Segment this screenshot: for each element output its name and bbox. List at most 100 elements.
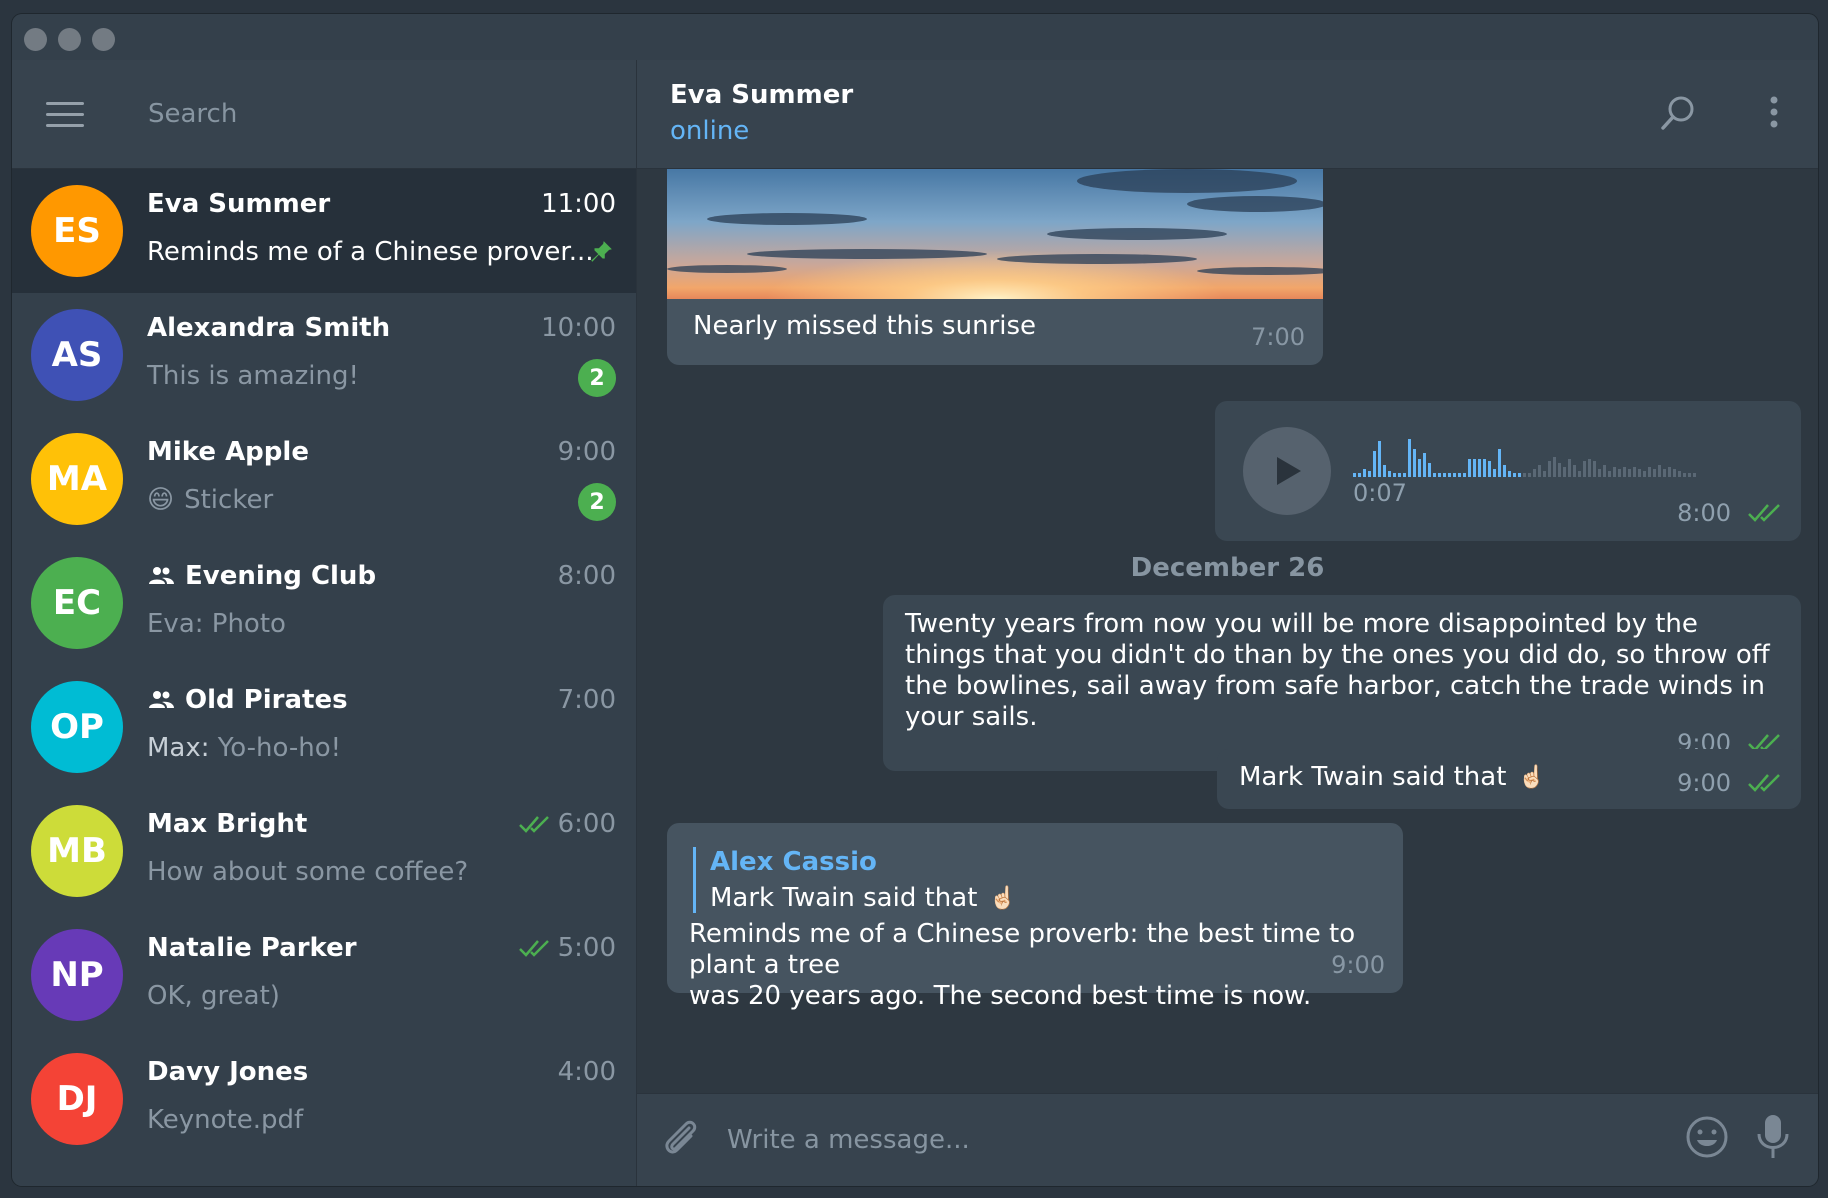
chat-item-mike-apple[interactable]: MA Mike Apple 9:00 😄 Sticker 2 bbox=[12, 417, 636, 541]
avatar: NP bbox=[31, 929, 123, 1021]
app-window: ES Eva Summer 11:00 Reminds me of a Chin… bbox=[12, 14, 1818, 1186]
sidebar-header bbox=[12, 60, 636, 169]
message-text: Twenty years from now you will be more d… bbox=[905, 609, 1785, 733]
message-text: Mark Twain said that ☝🏻 bbox=[1239, 762, 1546, 792]
smile-emoji-icon: 😄 bbox=[147, 485, 175, 515]
chat-name: Max Bright bbox=[147, 809, 308, 839]
chat-item-eva-summer[interactable]: ES Eva Summer 11:00 Reminds me of a Chin… bbox=[12, 169, 636, 293]
chat-item-natalie-parker[interactable]: NP Natalie Parker 5:00 OK, great) bbox=[12, 913, 636, 1037]
contact-name[interactable]: Eva Summer bbox=[670, 80, 853, 110]
chat-preview: OK, great) bbox=[147, 981, 280, 1011]
unread-badge: 2 bbox=[578, 483, 616, 521]
avatar: MB bbox=[31, 805, 123, 897]
chat-name: Natalie Parker bbox=[147, 933, 357, 963]
search-icon[interactable] bbox=[1658, 94, 1698, 138]
avatar: OP bbox=[31, 681, 123, 773]
close-window-button[interactable] bbox=[24, 28, 47, 51]
message-line: things that you didn't do than by the on… bbox=[905, 640, 1770, 670]
pointing-up-emoji-icon: ☝🏻 bbox=[1518, 764, 1546, 790]
group-icon bbox=[147, 690, 175, 710]
chat-name: Mike Apple bbox=[147, 437, 309, 467]
chat-preview: 😄 Sticker bbox=[147, 485, 273, 515]
message-time: 9:00 bbox=[1677, 769, 1731, 797]
message-list: Nearly missed this sunrise 7:00 0:07 8:0… bbox=[637, 169, 1818, 1092]
chat-name: Old Pirates bbox=[147, 685, 348, 715]
contact-status: online bbox=[670, 116, 750, 146]
chat-item-davy-jones[interactable]: DJ Davy Jones 4:00 Keynote.pdf bbox=[12, 1037, 636, 1161]
unread-badge: 2 bbox=[578, 359, 616, 397]
chat-time: 5:00 bbox=[518, 933, 616, 963]
chat-name-text: Evening Club bbox=[185, 561, 377, 591]
message-text-content: Mark Twain said that bbox=[1239, 762, 1507, 792]
chat-time: 6:00 bbox=[518, 809, 616, 839]
sidebar: ES Eva Summer 11:00 Reminds me of a Chin… bbox=[12, 60, 637, 1186]
avatar: EC bbox=[31, 557, 123, 649]
message-text: Reminds me of a Chinese proverb: the bes… bbox=[689, 919, 1403, 1012]
date-separator: December 26 bbox=[1130, 553, 1325, 583]
avatar: DJ bbox=[31, 1053, 123, 1145]
conversation-header: Eva Summer online bbox=[637, 60, 1818, 169]
sunrise-photo bbox=[667, 169, 1323, 299]
zoom-window-button[interactable] bbox=[92, 28, 115, 51]
chat-item-max-bright[interactable]: MB Max Bright 6:00 How about some coffee… bbox=[12, 789, 636, 913]
chat-name: Alexandra Smith bbox=[147, 313, 391, 343]
chat-name-text: Old Pirates bbox=[185, 685, 348, 715]
chat-item-alexandra-smith[interactable]: AS Alexandra Smith 10:00 This is amazing… bbox=[12, 293, 636, 417]
chat-time: 4:00 bbox=[557, 1057, 616, 1087]
chat-time-text: 6:00 bbox=[557, 809, 616, 839]
group-icon bbox=[147, 566, 175, 586]
message-composer bbox=[637, 1093, 1818, 1186]
outgoing-message[interactable]: Twenty years from now you will be more d… bbox=[883, 595, 1801, 771]
chat-name: Evening Club bbox=[147, 561, 376, 591]
chat-time: 11:00 bbox=[541, 189, 616, 219]
reply-text-content: Mark Twain said that bbox=[710, 883, 978, 913]
chat-preview-text: Yo-ho-ho! bbox=[217, 733, 342, 763]
message-meta: 8:00 bbox=[1677, 499, 1783, 527]
chat-time: 10:00 bbox=[541, 313, 616, 343]
conversation-pane: Eva Summer online Nearly missed this sun… bbox=[637, 60, 1818, 1186]
chat-time: 7:00 bbox=[557, 685, 616, 715]
waveform-icon bbox=[1353, 439, 1696, 477]
chat-time-text: 5:00 bbox=[557, 933, 616, 963]
chat-preview: This is amazing! bbox=[147, 361, 359, 391]
play-icon[interactable] bbox=[1243, 427, 1331, 515]
voice-message[interactable]: 0:07 8:00 bbox=[1215, 401, 1801, 541]
double-check-icon bbox=[1747, 502, 1783, 524]
microphone-icon[interactable] bbox=[1756, 1112, 1790, 1166]
chat-item-old-pirates[interactable]: OP Old Pirates 7:00 Max: Yo-ho-ho! bbox=[12, 665, 636, 789]
minimize-window-button[interactable] bbox=[58, 28, 81, 51]
chat-preview: Keynote.pdf bbox=[147, 1105, 304, 1135]
chat-preview: How about some coffee? bbox=[147, 857, 469, 887]
pin-icon bbox=[588, 239, 614, 269]
chat-list: ES Eva Summer 11:00 Reminds me of a Chin… bbox=[12, 169, 636, 1161]
more-options-icon[interactable] bbox=[1768, 92, 1780, 136]
paperclip-icon[interactable] bbox=[659, 1116, 703, 1166]
photo-message[interactable]: Nearly missed this sunrise 7:00 bbox=[667, 169, 1323, 365]
message-line: Reminds me of a Chinese proverb: the bes… bbox=[689, 919, 1356, 980]
message-line: Twenty years from now you will be more d… bbox=[905, 609, 1698, 639]
reply-quote[interactable]: Alex Cassio Mark Twain said that ☝🏻 bbox=[693, 847, 1017, 913]
chat-preview-text: Sticker bbox=[184, 485, 274, 515]
photo-caption: Nearly missed this sunrise bbox=[693, 311, 1037, 341]
outgoing-message[interactable]: Mark Twain said that ☝🏻 9:00 bbox=[1217, 749, 1801, 809]
chat-time: 9:00 bbox=[557, 437, 616, 467]
menu-icon[interactable] bbox=[46, 102, 84, 128]
double-check-icon bbox=[518, 814, 552, 834]
avatar: AS bbox=[31, 309, 123, 401]
emoji-icon[interactable] bbox=[1684, 1114, 1730, 1164]
double-check-icon bbox=[518, 938, 552, 958]
search-input[interactable] bbox=[146, 90, 600, 138]
chat-item-evening-club[interactable]: EC Evening Club 8:00 Eva: Photo bbox=[12, 541, 636, 665]
message-input[interactable] bbox=[725, 1116, 1549, 1164]
incoming-reply-message[interactable]: Alex Cassio Mark Twain said that ☝🏻 Remi… bbox=[667, 823, 1403, 1011]
voice-duration: 0:07 bbox=[1353, 479, 1407, 507]
chat-preview: Reminds me of a Chinese prover... bbox=[147, 237, 594, 267]
avatar: ES bbox=[31, 185, 123, 277]
preview-sender: Max: bbox=[147, 733, 210, 763]
double-check-icon bbox=[1747, 772, 1783, 794]
chat-preview: Eva: Photo bbox=[147, 609, 286, 639]
avatar: MA bbox=[31, 433, 123, 525]
title-bar bbox=[12, 14, 1818, 60]
reply-author: Alex Cassio bbox=[710, 847, 877, 877]
message-time: 8:00 bbox=[1677, 499, 1731, 527]
